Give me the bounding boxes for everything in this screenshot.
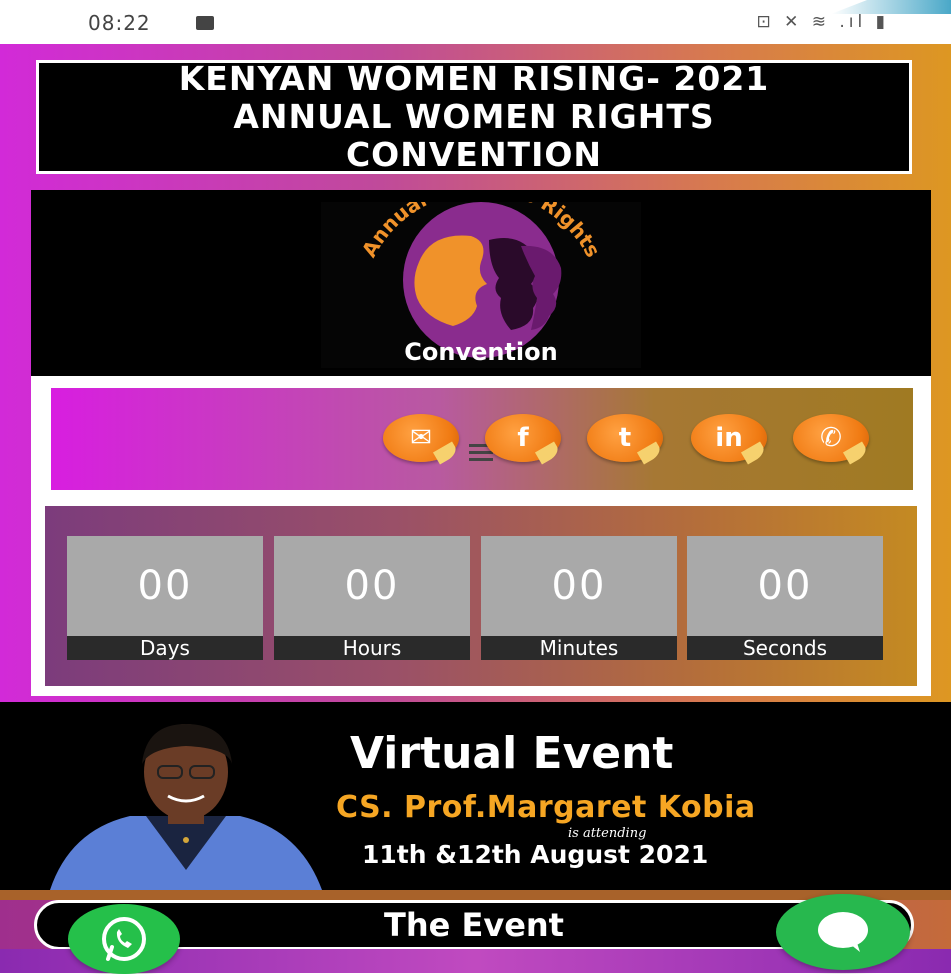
countdown-seconds-label: Seconds bbox=[687, 636, 883, 660]
countdown-timer: 00 Days 00 Hours 00 Minutes 00 Seconds bbox=[45, 506, 917, 686]
countdown-hours: 00 Hours bbox=[274, 536, 470, 660]
event-title: Virtual Event bbox=[350, 728, 674, 779]
section-title: The Event bbox=[384, 906, 564, 944]
countdown-hours-value: 00 bbox=[274, 536, 470, 636]
event-dates: 11th &12th August 2021 bbox=[362, 840, 709, 869]
event-speaker: CS. Prof.Margaret Kobia bbox=[336, 790, 756, 825]
event-attending-note: is attending bbox=[568, 826, 647, 841]
whatsapp-share-button[interactable]: ✆ bbox=[793, 414, 870, 465]
facebook-icon: f bbox=[517, 423, 529, 453]
logo-bottom-text: Convention bbox=[404, 338, 557, 366]
countdown-minutes: 00 Minutes bbox=[481, 536, 677, 660]
page-title-box: KENYAN WOMEN RISING- 2021 ANNUAL WOMEN R… bbox=[36, 60, 912, 174]
speaker-portrait bbox=[50, 720, 322, 890]
share-bar: ✉ f t in ✆ bbox=[51, 388, 913, 490]
system-status-icons: ⊡ ✕ ≋ .ıl ▮ bbox=[756, 12, 889, 32]
status-bar: 08:22 ⊡ ✕ ≋ .ıl ▮ bbox=[0, 0, 951, 44]
facebook-share-button[interactable]: f bbox=[485, 414, 562, 465]
twitter-icon: t bbox=[618, 423, 632, 453]
linkedin-icon: in bbox=[715, 423, 743, 453]
email-icon: ✉ bbox=[410, 423, 432, 453]
corner-accent bbox=[831, 0, 951, 14]
live-chat-button[interactable] bbox=[776, 894, 910, 970]
countdown-seconds-value: 00 bbox=[687, 536, 883, 636]
chat-bubble-icon bbox=[818, 912, 868, 952]
linkedin-share-button[interactable]: in bbox=[691, 414, 768, 465]
countdown-minutes-label: Minutes bbox=[481, 636, 677, 660]
whatsapp-chat-button[interactable] bbox=[68, 904, 180, 974]
countdown-minutes-value: 00 bbox=[481, 536, 677, 636]
countdown-seconds: 00 Seconds bbox=[687, 536, 883, 660]
gallery-notification-icon bbox=[196, 16, 214, 30]
countdown-days-label: Days bbox=[67, 636, 263, 660]
status-time: 08:22 bbox=[88, 11, 151, 35]
countdown-days-value: 00 bbox=[67, 536, 263, 636]
whatsapp-icon: ✆ bbox=[820, 423, 842, 453]
event-banner[interactable]: Virtual Event CS. Prof.Margaret Kobia is… bbox=[0, 702, 951, 890]
whatsapp-icon bbox=[102, 917, 146, 961]
email-share-button[interactable]: ✉ bbox=[383, 414, 460, 465]
countdown-hours-label: Hours bbox=[274, 636, 470, 660]
countdown-section: 00 Days 00 Hours 00 Minutes 00 Seconds bbox=[31, 496, 931, 696]
page-title: KENYAN WOMEN RISING- 2021 ANNUAL WOMEN R… bbox=[178, 59, 770, 174]
countdown-days: 00 Days bbox=[67, 536, 263, 660]
page-content: KENYAN WOMEN RISING- 2021 ANNUAL WOMEN R… bbox=[0, 44, 951, 973]
twitter-share-button[interactable]: t bbox=[587, 414, 664, 465]
logo-band: Convention Annual Women's Rights bbox=[31, 173, 931, 376]
share-section: ✉ f t in ✆ bbox=[31, 376, 931, 496]
convention-logo: Convention Annual Women's Rights bbox=[321, 173, 641, 368]
